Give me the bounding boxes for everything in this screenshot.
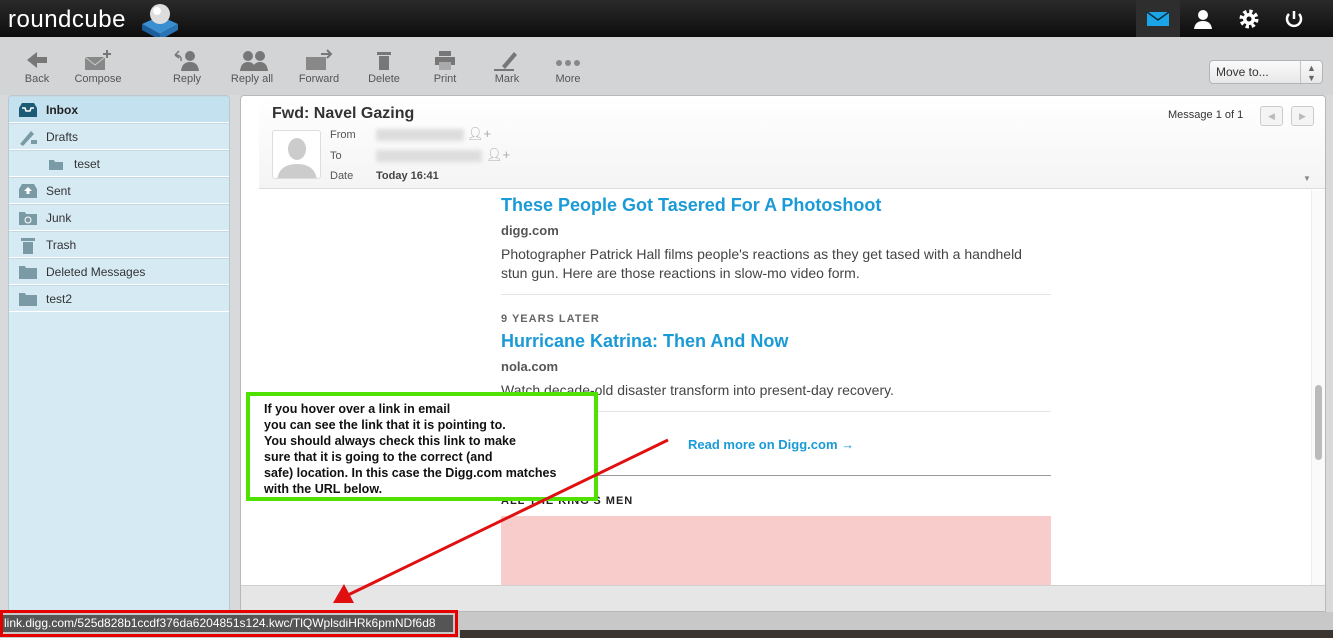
compose-button[interactable]: Compose <box>68 49 128 85</box>
delete-button[interactable]: Delete <box>354 49 414 85</box>
folder-drafts[interactable]: Drafts <box>9 123 229 150</box>
folder-teset[interactable]: teset <box>9 150 229 177</box>
desktop-background <box>460 630 1333 638</box>
top-bar: roundcube <box>0 0 1333 40</box>
add-contact-icon[interactable]: 👤︎+ <box>486 147 510 163</box>
logo-cube-icon <box>142 4 178 40</box>
settings-icon[interactable] <box>1227 0 1271 37</box>
reply-all-button[interactable]: Reply all <box>222 49 282 85</box>
folder-test2[interactable]: test2 <box>9 285 229 312</box>
sent-icon <box>17 182 39 200</box>
image-placeholder <box>501 516 1051 585</box>
divider <box>501 294 1051 295</box>
article-source: nola.com <box>501 359 559 374</box>
forward-icon <box>306 49 333 70</box>
inbox-icon <box>17 101 39 119</box>
move-to-select[interactable]: Move to... ▲ ▼ <box>1209 60 1323 84</box>
logout-icon[interactable] <box>1272 0 1316 37</box>
mark-icon <box>494 52 517 71</box>
from-value[interactable] <box>376 129 464 141</box>
more-icon <box>556 60 580 66</box>
message-header: Fwd: Navel Gazing From 👤︎+ To 👤︎+ Date T… <box>259 96 1325 189</box>
mark-button[interactable]: Mark <box>477 49 537 85</box>
message-body: These People Got Tasered For A Photoshoo… <box>241 190 1313 585</box>
compose-icon <box>84 50 111 70</box>
next-message-button[interactable]: ▶ <box>1291 106 1314 126</box>
annotation-callout: If you hover over a link in email you ca… <box>246 392 598 501</box>
reply-icon <box>174 50 199 71</box>
article-source: digg.com <box>501 223 559 238</box>
message-subject: Fwd: Navel Gazing <box>272 105 415 122</box>
back-button[interactable]: Back <box>7 49 67 85</box>
back-icon <box>27 52 47 68</box>
scrollbar-thumb[interactable] <box>1315 385 1322 460</box>
folder-deleted-messages[interactable]: Deleted Messages <box>9 258 229 285</box>
article-kicker: 9 YEARS LATER <box>501 313 600 325</box>
message-footer <box>241 585 1325 611</box>
contacts-icon[interactable] <box>1181 0 1225 37</box>
prev-message-button[interactable]: ◀ <box>1260 106 1283 126</box>
date-value: Today 16:41 <box>376 170 439 182</box>
expand-header-icon[interactable]: ▼ <box>1303 174 1311 183</box>
article-title[interactable]: These People Got Tasered For A Photoshoo… <box>501 195 1051 216</box>
folder-list: Inbox Drafts teset Sent Junk Trash Delet… <box>8 95 230 612</box>
trash-icon <box>377 52 391 70</box>
message-count: Message 1 of 1 <box>1168 109 1244 121</box>
trash-icon <box>17 236 39 254</box>
to-value[interactable] <box>376 150 482 162</box>
avatar <box>272 130 321 179</box>
logo: roundcube <box>8 6 126 33</box>
folder-junk[interactable]: Junk <box>9 204 229 231</box>
forward-button[interactable]: Forward <box>289 49 349 85</box>
folder-icon <box>17 290 39 308</box>
mail-icon[interactable] <box>1136 0 1180 37</box>
toolbar: Back Compose Reply Reply all Forward Del… <box>0 37 1333 95</box>
scrollbar[interactable] <box>1311 190 1325 585</box>
select-arrows-icon: ▲ ▼ <box>1300 61 1322 83</box>
print-icon <box>435 51 455 70</box>
reply-all-icon <box>240 51 268 71</box>
article-description: Photographer Patrick Hall films people's… <box>501 246 1022 281</box>
more-button[interactable]: More <box>538 49 598 85</box>
folder-sent[interactable]: Sent <box>9 177 229 204</box>
drafts-icon <box>17 128 39 146</box>
print-button[interactable]: Print <box>415 49 475 85</box>
junk-icon <box>17 209 39 227</box>
folder-icon <box>17 263 39 281</box>
message-view: Fwd: Navel Gazing From 👤︎+ To 👤︎+ Date T… <box>240 95 1326 612</box>
date-label: Date <box>330 170 354 182</box>
from-label: From <box>330 129 356 141</box>
read-more-link[interactable]: Read more on Digg.com → <box>688 437 854 452</box>
to-label: To <box>330 150 342 162</box>
url-highlight-box <box>0 610 458 637</box>
reply-button[interactable]: Reply <box>157 49 217 85</box>
folder-inbox[interactable]: Inbox <box>9 96 229 123</box>
folder-trash[interactable]: Trash <box>9 231 229 258</box>
article-title[interactable]: Hurricane Katrina: Then And Now <box>501 331 1051 352</box>
add-contact-icon[interactable]: 👤︎+ <box>467 126 491 142</box>
folder-icon <box>45 155 67 173</box>
